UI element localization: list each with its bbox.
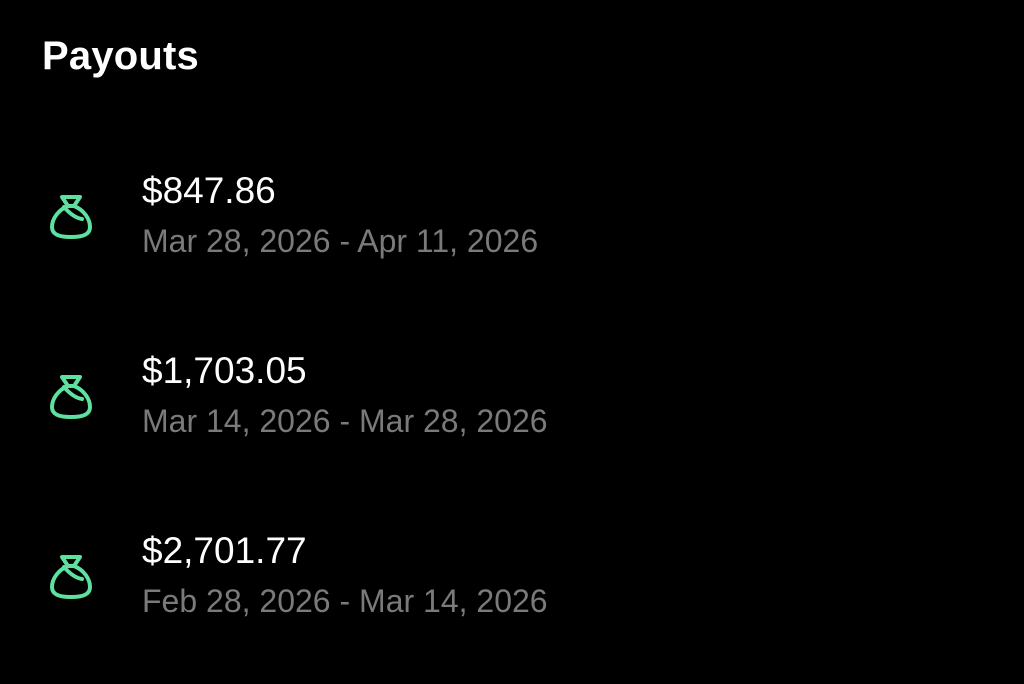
money-bag-icon <box>48 371 94 421</box>
payout-period: Mar 28, 2026 - Apr 11, 2026 <box>142 223 539 259</box>
page-title: Payouts <box>42 34 200 78</box>
money-bag-icon <box>48 191 94 241</box>
payouts-screen: Payouts $847.86 Mar 28, 2026 - Apr 11, 2… <box>0 0 1024 684</box>
payout-item[interactable]: $1,703.05 Mar 14, 2026 - Mar 28, 2026 <box>0 346 1024 466</box>
payout-item[interactable]: $2,701.77 Feb 28, 2026 - Mar 14, 2026 <box>0 526 1024 646</box>
payout-period: Feb 28, 2026 - Mar 14, 2026 <box>142 583 548 619</box>
money-bag-icon <box>48 551 94 601</box>
payout-item[interactable]: $847.86 Mar 28, 2026 - Apr 11, 2026 <box>0 166 1024 286</box>
payout-period: Mar 14, 2026 - Mar 28, 2026 <box>142 403 548 439</box>
payout-amount: $2,701.77 <box>142 530 307 571</box>
payout-amount: $1,703.05 <box>142 350 307 391</box>
payout-amount: $847.86 <box>142 170 276 211</box>
